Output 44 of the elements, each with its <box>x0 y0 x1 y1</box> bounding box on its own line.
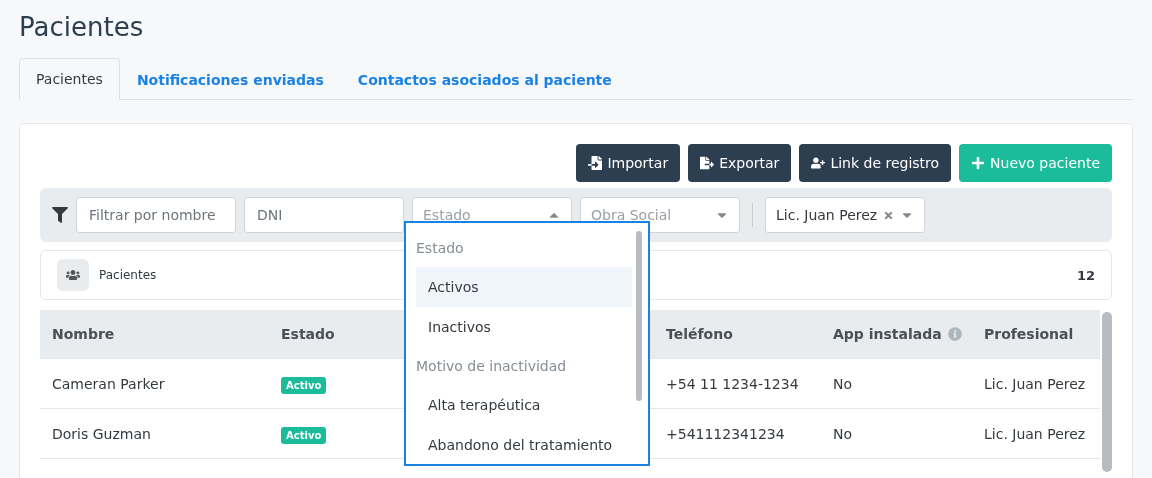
name-filter-field[interactable]: Filtrar por nombre <box>76 197 236 233</box>
group-label: Estado <box>416 239 465 258</box>
column-header: Profesional <box>984 326 1074 342</box>
plus-icon <box>971 156 986 170</box>
table-cell-text: Cameran Parker <box>52 375 166 392</box>
status-badge: Activo <box>281 376 327 394</box>
table-cell-text: Lic. Juan Perez <box>984 425 1087 442</box>
clear-icon[interactable] <box>883 209 894 221</box>
action-button[interactable]: Importar <box>576 144 681 182</box>
group-label: Motivo de inactividad <box>416 357 568 376</box>
users-icon <box>57 259 89 291</box>
table-cell-text: Doris Guzman <box>52 425 152 442</box>
column-header: Teléfono <box>666 326 733 342</box>
scrollbar[interactable] <box>636 231 642 401</box>
table-cell-text: No <box>833 425 854 442</box>
table-cell-text: +54 11 1234-1234 <box>666 375 800 392</box>
status-badge: Activo <box>281 426 327 444</box>
table-cell-text: Lic. Juan Perez <box>984 375 1087 392</box>
page-title: Pacientes <box>19 12 145 42</box>
table-cell-text: No <box>833 375 854 392</box>
file-icon <box>588 156 603 170</box>
tab[interactable]: Contactos asociados al paciente <box>340 58 629 100</box>
tab[interactable]: Notificaciones enviadas <box>119 58 341 100</box>
user-plus-icon <box>811 156 826 170</box>
action-button[interactable]: Link de registro <box>799 144 952 182</box>
column-header: App instalada <box>833 326 942 342</box>
menu-option[interactable]: Inactivos <box>416 307 632 347</box>
tab[interactable]: Pacientes <box>19 58 120 100</box>
dni-field[interactable]: DNI <box>244 197 404 233</box>
select-value: Lic. Juan Perez <box>776 207 878 223</box>
column-header: Estado <box>281 326 335 342</box>
file-icon <box>700 156 715 170</box>
scrollbar[interactable] <box>1102 312 1112 472</box>
column-header: Nombre <box>52 326 115 342</box>
menu-option[interactable]: Activos <box>416 267 632 307</box>
patient-count: 12 <box>1076 267 1095 283</box>
action-button[interactable]: Exportar <box>688 144 792 182</box>
profesional-select[interactable]: Lic. Juan Perez <box>765 197 925 233</box>
filter-icon <box>52 207 68 223</box>
menu-option[interactable]: Abandono del tratamiento <box>416 425 632 464</box>
summary-label: Pacientes <box>99 268 158 282</box>
table-cell-text: +541112341234 <box>666 425 786 442</box>
menu-option[interactable]: Alta terapéutica <box>416 385 632 425</box>
info-icon[interactable] <box>947 327 962 341</box>
